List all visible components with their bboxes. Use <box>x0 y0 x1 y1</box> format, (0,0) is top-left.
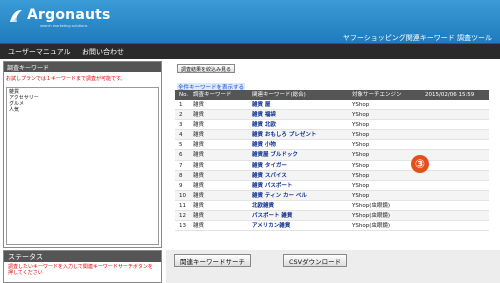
row-number: 11 <box>179 202 186 209</box>
row-keyword: 雑貨 <box>193 202 205 209</box>
table-row: 6 雑貨 雑貨屋 ブルドック YShop <box>175 150 489 161</box>
row-engine: YShop <box>352 142 370 149</box>
row-related-keyword[interactable]: 雑貨 タイガー <box>252 161 287 171</box>
row-related-keyword[interactable]: 雑貨 福袋 <box>252 110 276 120</box>
status-heading: ステータス <box>4 251 161 262</box>
row-keyword: 雑貨 <box>193 213 205 220</box>
row-engine: YShop(虫眼鏡) <box>352 223 390 230</box>
table-row: 12 雑貨 パスポート 雑貨 YShop(虫眼鏡) <box>175 211 489 222</box>
row-keyword: 雑貨 <box>193 172 205 179</box>
row-number: 9 <box>179 182 183 189</box>
page-title: ヤフーショッピング関連キーワード 調査ツール <box>342 34 492 42</box>
row-keyword: 雑貨 <box>193 132 205 139</box>
status-panel: ステータス 調査したいキーワードを入力して関連キーワードサーチボタンを押してくだ… <box>3 250 162 283</box>
row-number: 7 <box>179 162 183 169</box>
table-row: 4 雑貨 雑貨 おもしろ プレゼント YShop <box>175 130 489 141</box>
keyword-line: 人気 <box>9 107 20 113</box>
row-engine: YShop <box>352 122 370 129</box>
step-marker: ③ <box>411 155 429 173</box>
row-engine: YShop <box>352 132 370 139</box>
row-related-keyword[interactable]: 雑貨 おもしろ プレゼント <box>252 130 316 140</box>
menu-user-manual[interactable]: ユーザーマニュアル <box>8 47 71 57</box>
trial-plan-note: お試しプランでは１キーワードまで調査が可能です。 <box>6 76 126 82</box>
argonauts-logo-icon <box>10 10 22 22</box>
table-row: 13 雑貨 アメリカン雑貨 YShop(虫眼鏡) <box>175 221 489 232</box>
row-number: 5 <box>179 142 183 149</box>
table-row: 8 雑貨 雑貨 スパイス YShop <box>175 170 489 181</box>
table-row: 1 雑貨 雑貨 屋 YShop <box>175 100 489 111</box>
row-related-keyword[interactable]: 雑貨 小物 <box>252 140 276 150</box>
row-engine: YShop <box>352 102 370 108</box>
row-number: 10 <box>179 192 186 199</box>
row-engine: YShop <box>352 112 370 119</box>
row-keyword: 雑貨 <box>193 112 205 119</box>
bottom-bar: 関連キーワードサーチ CSVダウンロード <box>166 250 500 283</box>
csv-download-button[interactable]: CSVダウンロード <box>283 254 348 267</box>
row-related-keyword[interactable]: 雑貨屋 ブルドック <box>252 150 298 160</box>
row-keyword: 雑貨 <box>193 192 205 199</box>
keyword-panel: 調査キーワード お試しプランでは１キーワードまで調査が可能です。 雑貨 アクセサ… <box>3 61 162 248</box>
row-keyword: 雑貨 <box>193 223 205 230</box>
row-related-keyword[interactable]: パスポート 雑貨 <box>252 211 292 221</box>
table-body: 1 雑貨 雑貨 屋 YShop 2 雑貨 雑貨 福袋 YShop 3 雑貨 雑貨 北欧 YShop 4 雑… <box>175 100 489 232</box>
col-header-no: No. <box>179 92 189 98</box>
row-related-keyword[interactable]: 雑貨 ティン カー ベル <box>252 191 307 201</box>
table-row: 2 雑貨 雑貨 福袋 YShop <box>175 110 489 121</box>
row-keyword: 雑貨 <box>193 142 205 149</box>
row-related-keyword[interactable]: アメリカン雑貨 <box>252 221 290 231</box>
col-header-keyword: 調査キーワード <box>193 92 232 98</box>
row-related-keyword[interactable]: 雑貨 スパイス <box>252 171 287 181</box>
table-row: 10 雑貨 雑貨 ティン カー ベル YShop <box>175 190 489 201</box>
row-number: 1 <box>179 102 183 108</box>
row-number: 6 <box>179 152 183 159</box>
related-keyword-search-button[interactable]: 関連キーワードサーチ <box>174 254 251 267</box>
table-row: 9 雑貨 雑貨 パスポート YShop <box>175 181 489 191</box>
table-row: 11 雑貨 北欧雑貨 YShop(虫眼鏡) <box>175 201 489 212</box>
results-table: No. 調査キーワード 関連キーワード(総合) 対象サーチエンジン 2015/0… <box>175 90 489 232</box>
row-related-keyword[interactable]: 雑貨 北欧 <box>252 120 276 130</box>
row-number: 13 <box>179 223 186 230</box>
row-keyword: 雑貨 <box>193 162 205 169</box>
row-number: 8 <box>179 172 183 179</box>
row-engine: YShop <box>352 192 370 199</box>
row-engine: YShop <box>352 182 370 189</box>
col-header-date: 2015/02/06 15:59 <box>425 92 475 98</box>
row-number: 12 <box>179 213 186 220</box>
row-related-keyword[interactable]: 雑貨 屋 <box>252 100 270 110</box>
table-row: 7 雑貨 雑貨 タイガー YShop <box>175 161 489 171</box>
row-keyword: 雑貨 <box>193 152 205 159</box>
table-row: 5 雑貨 雑貨 小物 YShop <box>175 140 489 151</box>
row-related-keyword[interactable]: 北欧雑貨 <box>252 201 274 211</box>
row-number: 4 <box>179 132 183 139</box>
menu-bar: ユーザーマニュアル お問い合わせ <box>0 44 500 59</box>
row-engine: YShop <box>352 152 370 159</box>
row-engine: YShop <box>352 162 370 169</box>
filter-results-button[interactable]: 調査結果を絞込み見る <box>177 64 236 73</box>
col-header-related: 関連キーワード(総合) <box>252 92 306 98</box>
row-keyword: 雑貨 <box>193 182 205 189</box>
row-number: 3 <box>179 122 183 129</box>
table-header-row: No. 調査キーワード 関連キーワード(総合) 対象サーチエンジン 2015/0… <box>175 90 489 100</box>
brand-name: Argonauts <box>27 7 111 23</box>
keyword-panel-heading: 調査キーワード <box>4 62 161 72</box>
row-related-keyword[interactable]: 雑貨 パスポート <box>252 181 292 191</box>
row-engine: YShop(虫眼鏡) <box>352 213 390 220</box>
keyword-input[interactable]: 雑貨 アクセサリー グルメ 人気 <box>6 87 159 245</box>
row-keyword: 雑貨 <box>193 122 205 129</box>
menu-contact[interactable]: お問い合わせ <box>82 47 124 57</box>
table-row: 3 雑貨 雑貨 北欧 YShop <box>175 120 489 131</box>
row-number: 2 <box>179 112 183 119</box>
row-keyword: 雑貨 <box>193 102 205 108</box>
brand-tagline: search marketing solutions <box>40 24 88 28</box>
app-header: Argonauts search marketing solutions ヤフー… <box>0 0 500 44</box>
status-message: 調査したいキーワードを入力して関連キーワードサーチボタンを押してください <box>8 264 153 276</box>
row-engine: YShop(虫眼鏡) <box>352 202 390 209</box>
results-area: 調査結果を絞込み見る 全件キーワードを表示する No. 調査キーワード 関連キー… <box>168 61 500 248</box>
row-engine: YShop <box>352 172 370 179</box>
col-header-engine: 対象サーチエンジン <box>352 92 402 98</box>
